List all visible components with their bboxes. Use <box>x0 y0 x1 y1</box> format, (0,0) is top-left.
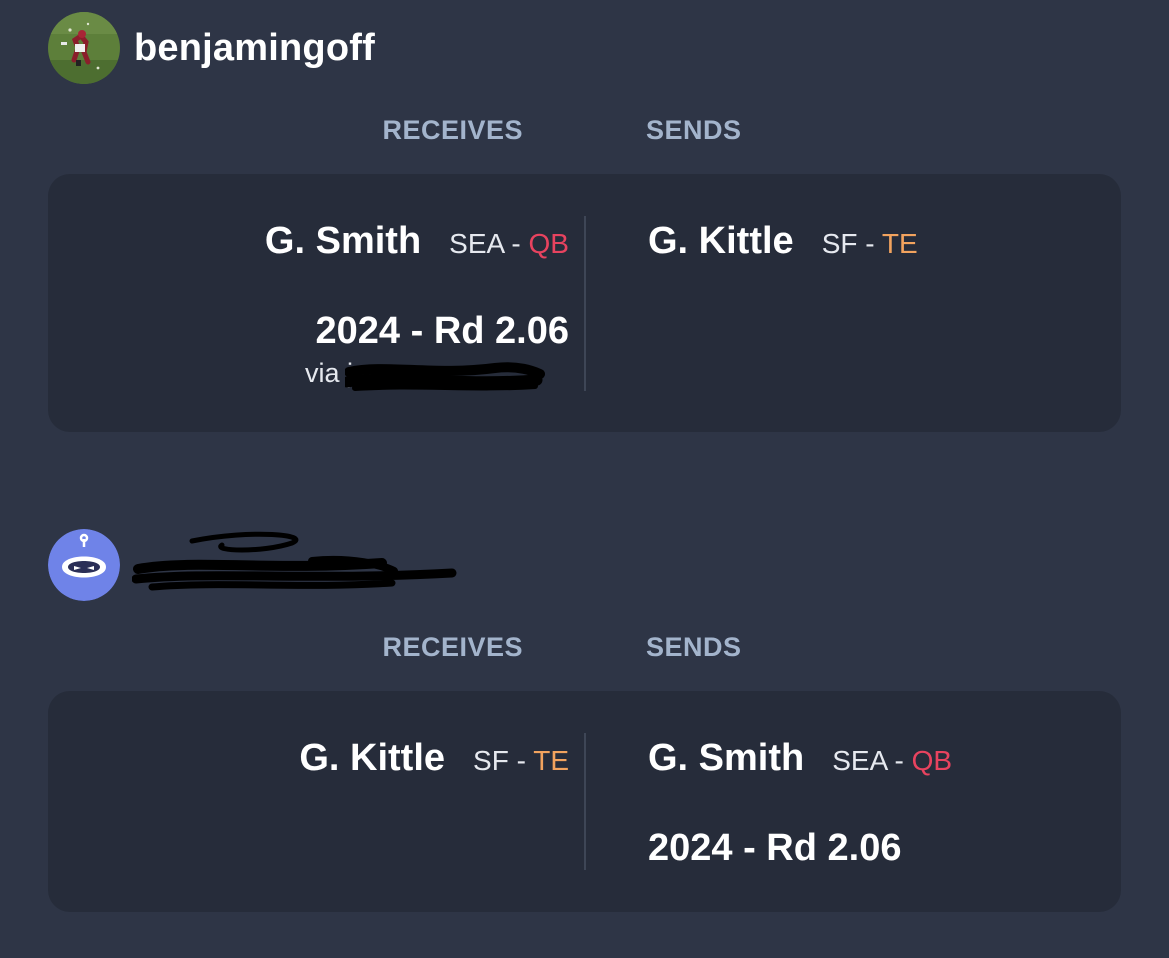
separator: - <box>865 228 875 259</box>
player-team-position: SEA - QB <box>449 228 569 260</box>
sends-header: SENDS <box>646 632 742 662</box>
position-badge: TE <box>881 228 918 259</box>
receives-player[interactable]: G. Kittle SF - TE <box>299 737 569 780</box>
position-badge: QB <box>911 745 953 776</box>
user-avatar[interactable] <box>48 12 120 84</box>
player-name: G. Kittle <box>299 737 446 779</box>
separator: - <box>894 745 904 776</box>
player-name: G. Smith <box>264 220 422 262</box>
redaction-scribble <box>345 362 545 391</box>
player-team-position: SEA - QB <box>832 745 952 777</box>
player-team-position: SF - TE <box>473 745 569 777</box>
team-abbr: SF <box>821 228 858 259</box>
draft-pick-label: 2024 - Rd 2.06 <box>315 310 569 352</box>
team-abbr: SF <box>473 745 509 776</box>
trade-card <box>48 691 1121 912</box>
user-row <box>48 529 462 601</box>
robot-avatar-icon <box>48 529 120 601</box>
receives-header: RECEIVES <box>382 632 523 662</box>
user-row: benjamingoff <box>48 12 375 84</box>
draft-pick-label: 2024 - Rd 2.06 <box>648 827 902 869</box>
receives-player[interactable]: G. Smith SEA - QB <box>265 220 569 263</box>
position-badge: TE <box>533 745 569 776</box>
player-team-position: SF - TE <box>822 228 918 260</box>
football-player-photo-avatar-icon <box>48 12 120 84</box>
receives-draft-pick[interactable]: 2024 - Rd 2.06 <box>316 310 569 353</box>
team-abbr: SEA <box>832 745 887 776</box>
redaction-scribble <box>132 531 457 591</box>
separator: - <box>511 228 521 259</box>
player-name: G. Smith <box>648 737 805 779</box>
team-abbr: SEA <box>449 228 504 259</box>
column-divider <box>584 733 586 870</box>
sends-draft-pick[interactable]: 2024 - Rd 2.06 <box>648 827 901 870</box>
trade-card <box>48 174 1121 432</box>
column-divider <box>584 216 586 391</box>
position-badge: QB <box>528 228 569 259</box>
sends-player[interactable]: G. Kittle SF - TE <box>648 220 918 263</box>
sends-header: SENDS <box>646 115 742 145</box>
separator: - <box>516 745 526 776</box>
sends-player[interactable]: G. Smith SEA - QB <box>648 737 952 780</box>
player-name: G. Kittle <box>648 220 794 262</box>
receives-header: RECEIVES <box>382 115 523 145</box>
user-avatar[interactable] <box>48 529 120 601</box>
username[interactable]: benjamingoff <box>134 27 375 70</box>
